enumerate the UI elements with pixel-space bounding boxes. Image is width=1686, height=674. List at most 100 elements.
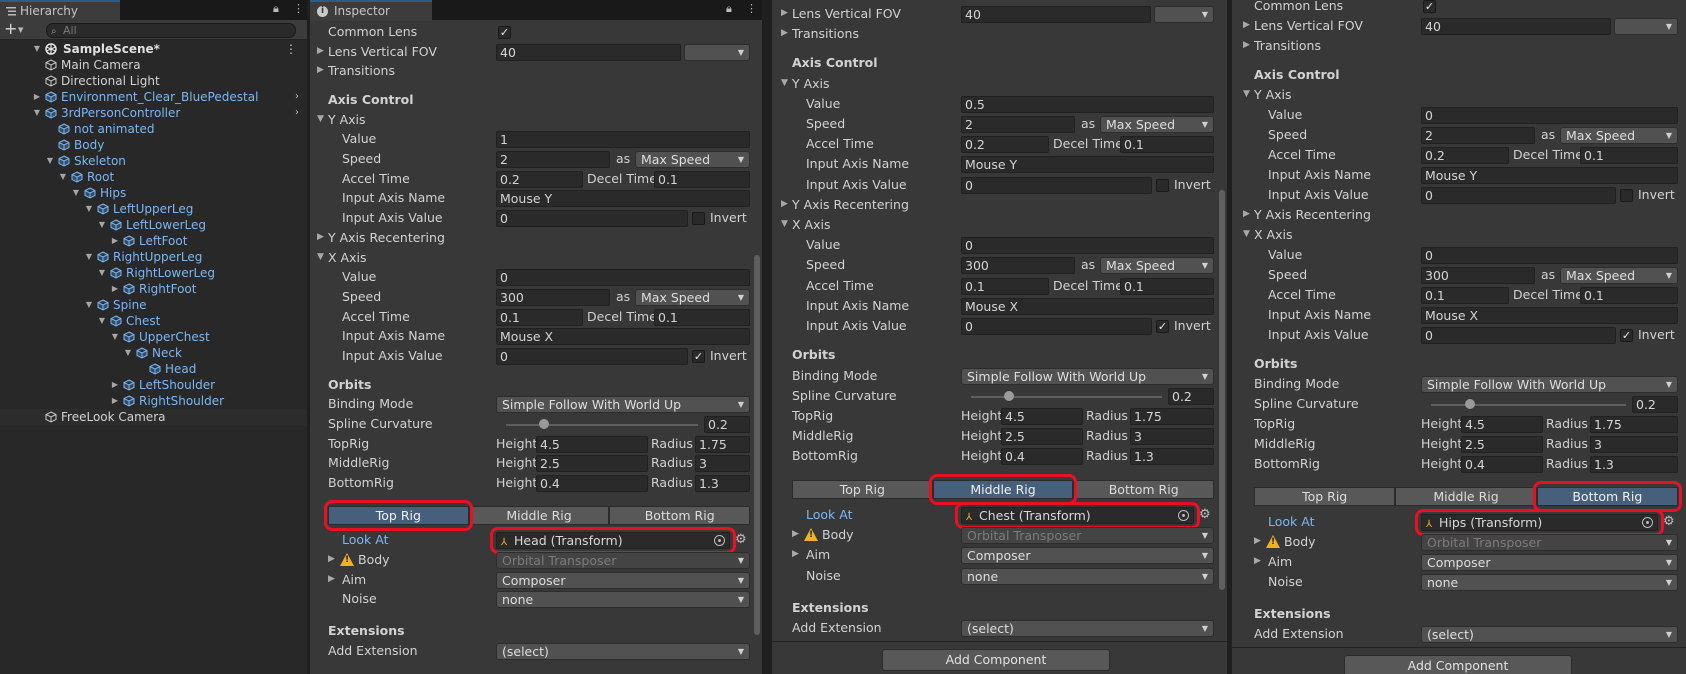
chevron-right-icon[interactable]: ▶ <box>1243 20 1250 30</box>
y_accel-field[interactable]: 0.2 <box>496 170 583 188</box>
inspector-tab[interactable]: i Inspector <box>310 0 432 21</box>
x_speed-mode-dropdown[interactable]: Max Speed ▼ <box>1560 267 1678 284</box>
chevron-right-icon[interactable]: ▶ <box>32 89 42 105</box>
top-rig-radius-field[interactable]: 1.75 <box>1590 416 1678 433</box>
x_accel-field[interactable]: 0.1 <box>1421 287 1509 304</box>
tab-middle-rig[interactable]: Middle Rig <box>468 505 610 525</box>
x_value-field[interactable]: 0 <box>1421 247 1678 264</box>
chevron-right-icon[interactable]: ▶ <box>781 8 788 18</box>
y_input-name-field[interactable]: Mouse Y <box>961 156 1214 174</box>
middle-rig-height-field[interactable]: 2.5 <box>1001 428 1083 446</box>
y_decel-field[interactable]: 0.1 <box>1580 147 1678 164</box>
chevron-down-icon[interactable]: ▼ <box>32 105 42 121</box>
y_input-value-field[interactable]: 0 <box>961 176 1152 194</box>
search-input[interactable]: ⌕ All <box>46 23 296 38</box>
hierarchy-row[interactable]: FreeLook Camera <box>0 409 307 425</box>
slider-handle[interactable] <box>539 419 550 430</box>
tab-top-rig[interactable]: Top Rig <box>792 479 933 499</box>
tab-top-rig[interactable]: Top Rig <box>1254 487 1396 506</box>
x_accel-field[interactable]: 0.1 <box>496 308 583 326</box>
add-extension-dropdown[interactable]: (select) ▼ <box>961 620 1214 638</box>
slider-track[interactable] <box>971 395 1162 398</box>
chevron-right-icon[interactable]: › <box>295 89 299 105</box>
top-rig-height-field[interactable]: 4.5 <box>536 435 648 453</box>
x_speed-field[interactable]: 300 <box>496 288 610 306</box>
hierarchy-row[interactable]: ▶ Environment_Clear_BluePedestal › <box>0 89 307 105</box>
hierarchy-row[interactable]: ▶ RightShoulder <box>0 393 307 409</box>
chevron-down-icon[interactable]: ▼ <box>97 265 107 281</box>
y_decel-field[interactable]: 0.1 <box>654 170 750 188</box>
top-rig-radius-field[interactable]: 1.75 <box>695 435 750 453</box>
middle-rig-radius-field[interactable]: 3 <box>1590 436 1678 453</box>
y-invert-checkbox[interactable] <box>692 212 705 226</box>
hierarchy-row[interactable]: ▶ RightFoot <box>0 281 307 297</box>
chevron-right-icon[interactable]: ▶ <box>1254 556 1261 566</box>
chevron-down-icon[interactable]: ▼ <box>71 185 81 201</box>
slider-track[interactable] <box>1431 404 1626 406</box>
chevron-down-icon[interactable]: ▼ <box>317 114 324 124</box>
chevron-down-icon[interactable]: ▼ <box>84 201 94 217</box>
x_input-value-field[interactable]: 0 <box>496 348 688 366</box>
top-rig-height-field[interactable]: 4.5 <box>1001 407 1083 425</box>
chevron-right-icon[interactable]: ▶ <box>781 199 788 209</box>
chevron-down-icon[interactable]: ▼ <box>781 219 788 229</box>
scrollbar[interactable] <box>1219 190 1225 590</box>
x_speed-field[interactable]: 300 <box>1421 267 1535 284</box>
hierarchy-row[interactable]: ▼ Skeleton <box>0 153 307 169</box>
top-rig-height-field[interactable]: 4.5 <box>1461 416 1543 433</box>
y_speed-field[interactable]: 2 <box>1421 127 1535 144</box>
y-invert-checkbox[interactable] <box>1620 189 1633 202</box>
kebab-menu-icon[interactable]: ⋮ <box>746 2 757 15</box>
binding-mode-dropdown[interactable]: Simple Follow With World Up ▼ <box>496 396 750 414</box>
bottom-rig-radius-field[interactable]: 1.3 <box>695 475 750 493</box>
common-lens-checkbox[interactable]: ✓ <box>1423 0 1436 13</box>
bottom-rig-height-field[interactable]: 0.4 <box>1001 448 1083 466</box>
hierarchy-row[interactable]: ▶ LeftFoot <box>0 233 307 249</box>
bottom-rig-height-field[interactable]: 0.4 <box>536 475 648 493</box>
y_value-field[interactable]: 0.5 <box>961 95 1214 113</box>
spline-curvature-field[interactable]: 0.2 <box>1168 387 1214 405</box>
hierarchy-row[interactable]: ▼ Root <box>0 169 307 185</box>
chevron-right-icon[interactable]: ▶ <box>110 233 120 249</box>
hierarchy-row[interactable]: ▼ RightLowerLeg <box>0 265 307 281</box>
chevron-right-icon[interactable]: ▶ <box>781 28 788 38</box>
aim-dropdown[interactable]: Composer ▼ <box>496 571 750 589</box>
aim-dropdown[interactable]: Composer ▼ <box>1421 554 1678 571</box>
add-extension-dropdown[interactable]: (select) ▼ <box>496 642 750 660</box>
bottom-rig-radius-field[interactable]: 1.3 <box>1590 456 1678 473</box>
hierarchy-row[interactable]: ▼ RightUpperLeg <box>0 249 307 265</box>
chevron-down-icon[interactable]: ▼ <box>110 329 120 345</box>
chevron-down-icon[interactable]: ▼ <box>32 41 42 57</box>
hierarchy-row[interactable]: Main Camera <box>0 57 307 73</box>
x_value-field[interactable]: 0 <box>496 269 750 287</box>
chevron-down-icon[interactable]: ▼ <box>18 26 23 34</box>
middle-rig-radius-field[interactable]: 3 <box>1130 428 1214 446</box>
hierarchy-row[interactable]: Head <box>0 361 307 377</box>
add-button[interactable]: + <box>4 20 17 38</box>
hierarchy-row[interactable]: Directional Light <box>0 73 307 89</box>
lens-preset-dropdown[interactable]: ▼ <box>684 43 750 61</box>
middle-rig-height-field[interactable]: 2.5 <box>536 455 648 473</box>
slider-handle[interactable] <box>1004 390 1015 401</box>
x_input-value-field[interactable]: 0 <box>961 318 1152 336</box>
x_speed-field[interactable]: 300 <box>961 257 1075 275</box>
chevron-down-icon[interactable]: ▼ <box>84 249 94 265</box>
chevron-right-icon[interactable]: ▶ <box>1243 40 1250 50</box>
y_input-value-field[interactable]: 0 <box>1421 187 1616 204</box>
hierarchy-row[interactable]: Body <box>0 137 307 153</box>
hierarchy-row[interactable]: ▼ Hips <box>0 185 307 201</box>
add-extension-dropdown[interactable]: (select) ▼ <box>1421 626 1678 643</box>
hierarchy-row[interactable]: ▼ Spine <box>0 297 307 313</box>
gear-icon[interactable]: ⚙ <box>1199 507 1211 522</box>
x-invert-checkbox[interactable]: ✓ <box>1156 320 1169 334</box>
hierarchy-row[interactable]: ▶ LeftShoulder <box>0 377 307 393</box>
common-lens-checkbox[interactable]: ✓ <box>498 26 511 39</box>
aim-dropdown[interactable]: Composer ▼ <box>961 547 1214 565</box>
chevron-down-icon[interactable]: ▼ <box>781 78 788 88</box>
x_value-field[interactable]: 0 <box>961 237 1214 255</box>
middle-rig-height-field[interactable]: 2.5 <box>1461 436 1543 453</box>
y_accel-field[interactable]: 0.2 <box>1421 147 1509 164</box>
panel-divider[interactable] <box>762 0 772 674</box>
hierarchy-row[interactable]: not animated <box>0 121 307 137</box>
hierarchy-row[interactable]: ▼ 3rdPersonController › <box>0 105 307 121</box>
